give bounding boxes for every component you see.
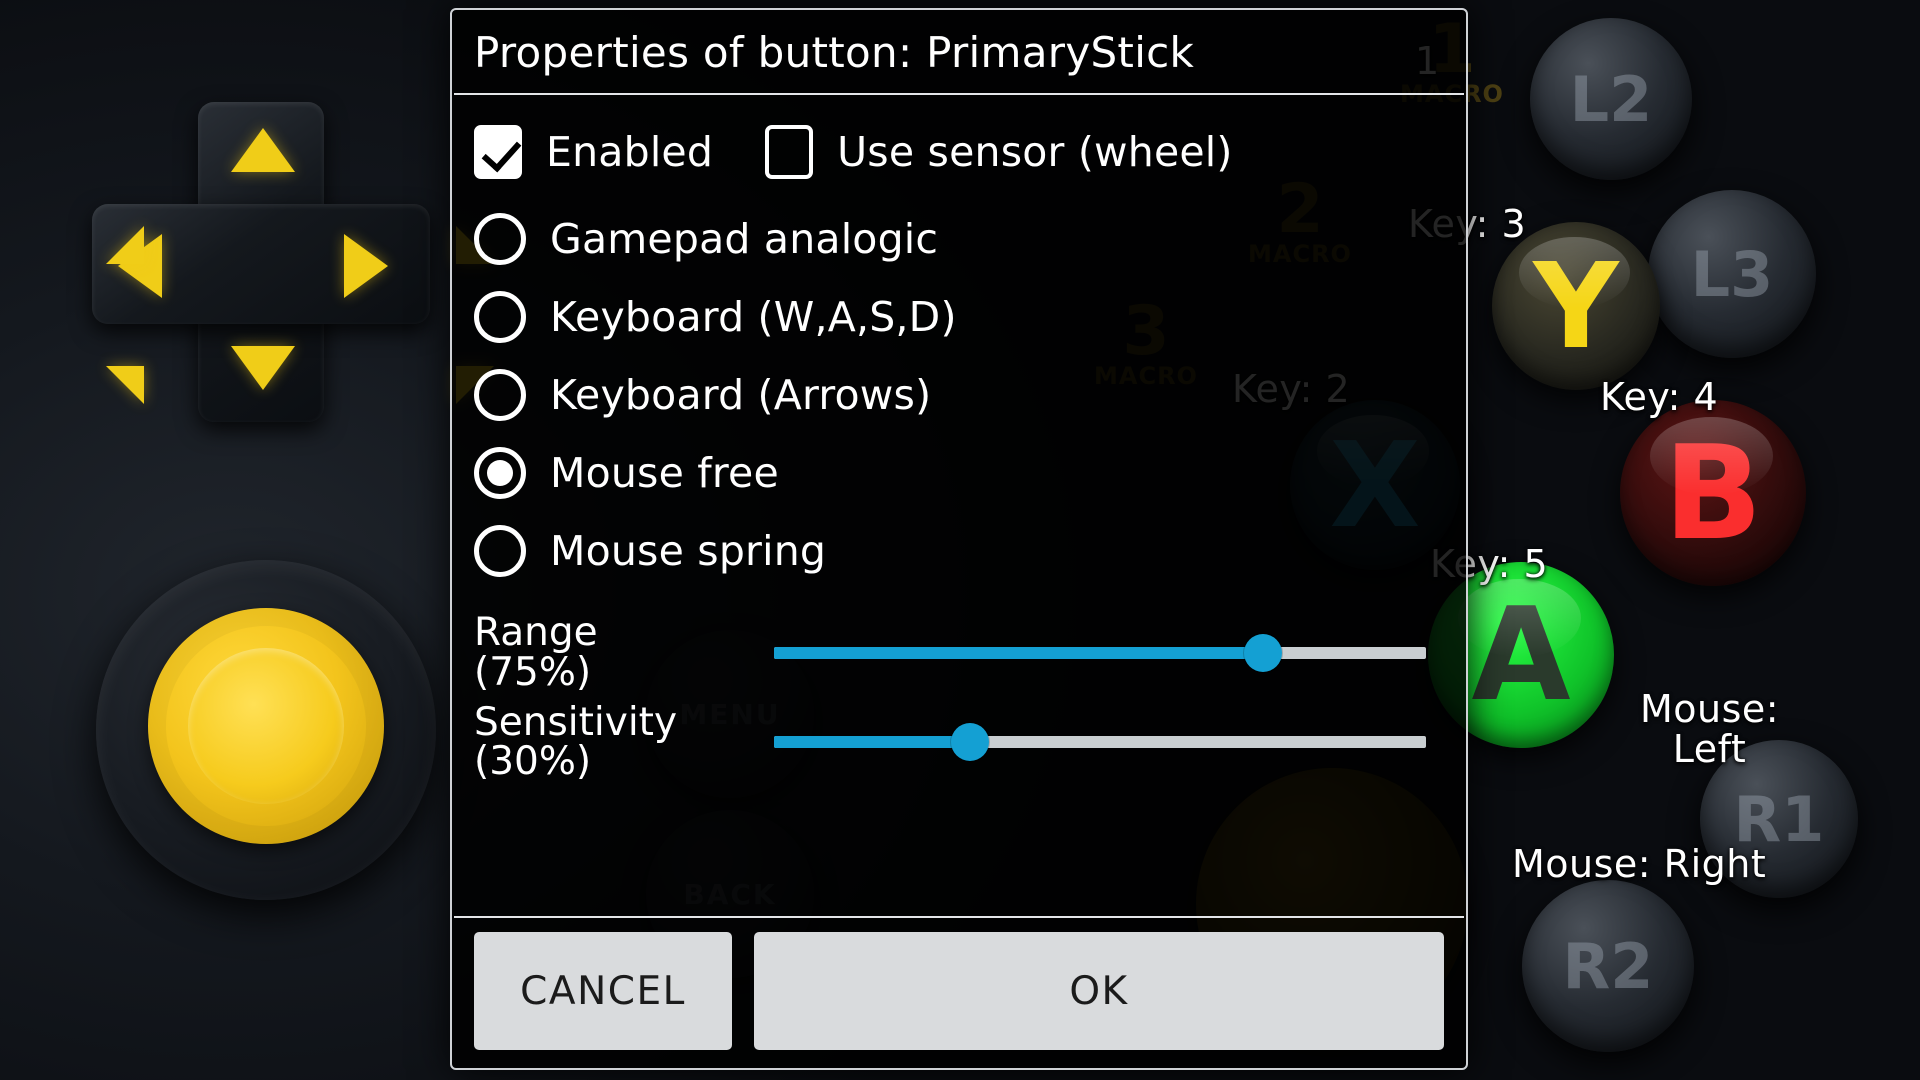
face-button-y-label: Y (1533, 237, 1619, 375)
sensitivity-slider-fill (774, 736, 970, 749)
dialog-body: Enabled Use sensor (wheel) Gamepad analo… (452, 95, 1466, 916)
dialog-title: Properties of button: PrimaryStick (474, 28, 1195, 77)
checkbox-unchecked-icon[interactable] (765, 125, 814, 179)
cancel-button[interactable]: CANCEL (474, 932, 732, 1050)
checkbox-row: Enabled Use sensor (wheel) (474, 125, 1444, 179)
range-slider-label: Range (75%) (474, 610, 598, 695)
radio-mouse-spring[interactable]: Mouse spring (474, 525, 1444, 577)
sensitivity-slider-thumb[interactable] (950, 723, 989, 762)
radio-mouse-spring-label: Mouse spring (550, 527, 827, 575)
radio-unselected-icon[interactable] (474, 291, 526, 343)
primary-stick[interactable] (96, 560, 436, 900)
face-button-b[interactable]: B (1620, 400, 1806, 586)
radio-keyboard-arrows[interactable]: Keyboard (Arrows) (474, 369, 1444, 421)
dpad-up-icon[interactable] (231, 128, 295, 172)
radio-keyboard-arrows-label: Keyboard (Arrows) (550, 371, 932, 419)
radio-unselected-icon[interactable] (474, 369, 526, 421)
dialog-footer: CANCEL OK (452, 918, 1466, 1068)
slider-row-sensitivity: Sensitivity (30%) (474, 699, 1444, 785)
checkbox-use-sensor-wheel[interactable]: Use sensor (wheel) (765, 125, 1232, 179)
radio-keyboard-wasd[interactable]: Keyboard (W,A,S,D) (474, 291, 1444, 343)
radio-selected-icon[interactable] (474, 447, 526, 499)
radio-keyboard-wasd-label: Keyboard (W,A,S,D) (550, 293, 957, 341)
shoulder-button-l3[interactable]: L3 (1648, 190, 1816, 358)
dpad-down-left-icon[interactable] (106, 366, 144, 404)
shoulder-l3-label: L3 (1690, 237, 1774, 311)
range-slider[interactable] (774, 627, 1426, 679)
radio-mouse-free[interactable]: Mouse free (474, 447, 1444, 499)
dpad-right-icon[interactable] (344, 234, 388, 298)
checkbox-use-sensor-label: Use sensor (wheel) (837, 128, 1233, 176)
face-button-a-label: A (1471, 580, 1571, 730)
range-slider-fill (774, 646, 1263, 659)
dpad-up-left-icon[interactable] (106, 226, 144, 264)
range-slider-thumb[interactable] (1244, 633, 1282, 672)
checkbox-checked-icon[interactable] (474, 125, 522, 179)
face-button-y[interactable]: Y (1492, 222, 1660, 390)
face-button-b-label: B (1663, 417, 1763, 569)
sensitivity-slider-label: Sensitivity (30%) (474, 699, 678, 785)
dpad-down-icon[interactable] (231, 346, 295, 390)
sensitivity-slider[interactable] (774, 716, 1426, 768)
dpad[interactable] (86, 96, 494, 426)
overlay-label-mouse-left: Mouse: Left (1640, 687, 1780, 771)
overlay-label-key-4: Key: 4 (1600, 375, 1719, 419)
shoulder-button-r2[interactable]: R2 (1522, 880, 1694, 1052)
radio-unselected-icon[interactable] (474, 525, 526, 577)
checkbox-enabled-label: Enabled (546, 128, 714, 176)
shoulder-l2-label: L2 (1569, 62, 1653, 136)
ok-button[interactable]: OK (754, 932, 1444, 1050)
primary-stick-cap[interactable] (148, 608, 384, 844)
radio-gamepad-analogic-label: Gamepad analogic (550, 215, 939, 263)
slider-row-range: Range (75%) (474, 613, 1444, 693)
radio-unselected-icon[interactable] (474, 213, 526, 265)
shoulder-button-l2[interactable]: L2 (1530, 18, 1692, 180)
overlay-label-mouse-right: Mouse: Right (1512, 842, 1767, 886)
properties-dialog: Properties of button: PrimaryStick Enabl… (450, 8, 1468, 1070)
radio-mouse-free-label: Mouse free (550, 449, 779, 497)
app-screen: MENU BACK 1 MACRO 2 MACRO 3 MACRO L2 L3 … (0, 0, 1920, 1080)
radio-gamepad-analogic[interactable]: Gamepad analogic (474, 213, 1444, 265)
shoulder-r2-label: R2 (1562, 929, 1654, 1003)
checkbox-enabled[interactable]: Enabled (474, 125, 713, 179)
